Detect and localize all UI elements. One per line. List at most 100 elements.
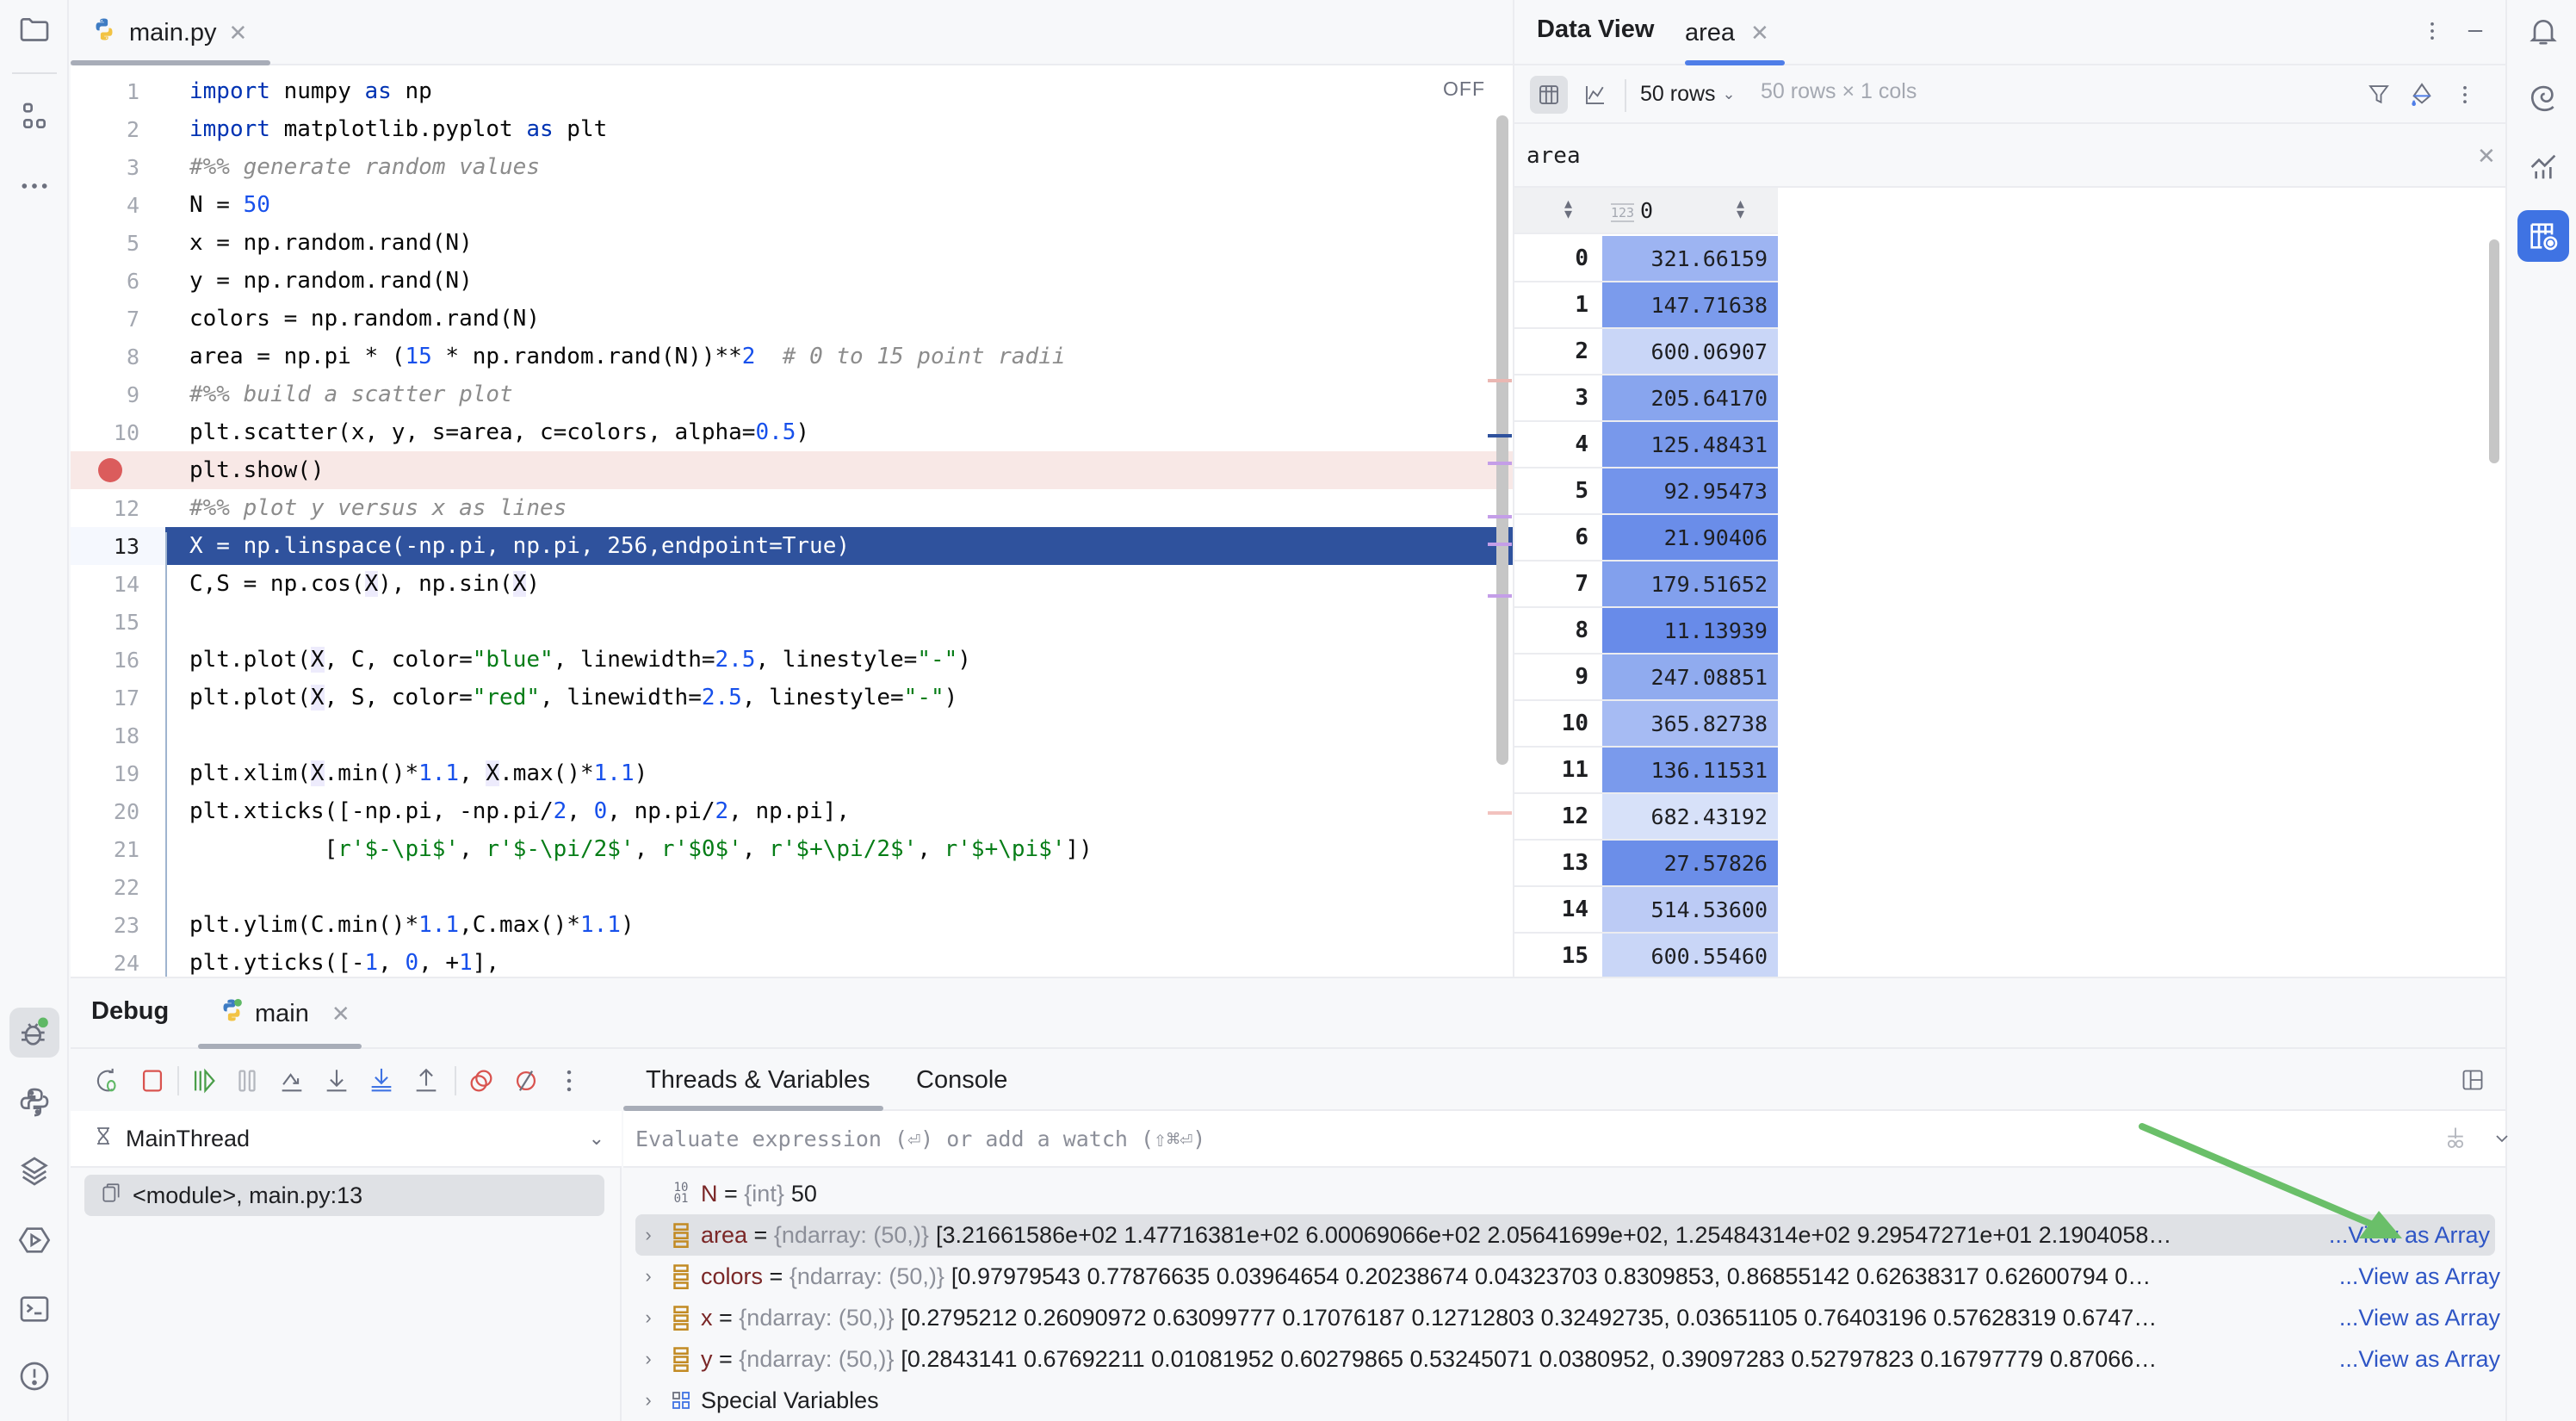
table-scrollbar[interactable] [2489,239,2499,463]
more-options-icon[interactable] [2449,79,2480,110]
table-row[interactable]: 10 365.82738 [1514,701,1778,748]
line-number[interactable]: 20 [71,799,139,824]
cell-value[interactable]: 92.95473 [1602,468,1778,513]
code-line[interactable]: 12 #%% plot y versus x as lines [71,489,1513,527]
code-line[interactable]: 10 plt.scatter(x, y, s=area, c=colors, al… [71,413,1513,451]
code-line[interactable]: 8 area = np.pi * (15 * np.random.rand(N))… [71,338,1513,375]
mute-breakpoints-icon[interactable] [510,1064,542,1097]
python-console-icon[interactable] [14,1082,55,1123]
cell-value[interactable]: 21.90406 [1602,515,1778,560]
error-stripe-marker[interactable] [1488,462,1512,465]
layout-icon[interactable] [2457,1064,2488,1095]
view-as-array-link[interactable]: ...View as Array [2337,1345,2500,1373]
error-stripe-marker[interactable] [1488,515,1512,518]
variable-row[interactable]: › Special Variables [623,1380,2505,1421]
code-line[interactable]: 15 [71,603,1513,641]
line-number[interactable]: 23 [71,913,139,938]
code-line[interactable]: 20 plt.xticks([-np.pi, -np.pi/2, 0, np.pi… [71,792,1513,830]
structure-icon[interactable] [14,96,55,138]
line-number[interactable]: 5 [71,231,139,256]
table-row[interactable]: 4 125.48431 [1514,422,1778,468]
code-line[interactable]: 17 plt.plot(X, S, color="red", linewidth=… [71,679,1513,717]
variable-row[interactable]: › x = {ndarray: (50,)} [0.2795212 0.260909… [623,1297,2505,1338]
cell-value[interactable]: 179.51652 [1602,562,1778,606]
code-line[interactable]: 6 y = np.random.rand(N) [71,262,1513,300]
line-number[interactable]: 8 [71,344,139,369]
line-number[interactable]: 2 [71,117,139,142]
line-number[interactable]: 24 [71,951,139,976]
clear-expression-icon[interactable]: ✕ [2477,143,2496,170]
code-line[interactable]: 14 C,S = np.cos(X), np.sin(X) [71,565,1513,603]
code-line[interactable]: 4 N = 50 [71,186,1513,224]
rerun-icon[interactable] [91,1064,124,1097]
more-icon[interactable] [14,165,55,207]
code-line[interactable]: 1 import numpy as np [71,72,1513,110]
code-line[interactable]: 19 plt.xlim(X.min()*1.1, X.max()*1.1) [71,754,1513,792]
line-number[interactable]: 15 [71,610,139,635]
code-line[interactable]: 22 [71,868,1513,906]
code-line[interactable]: 21 [r'$-\pi$', r'$-\pi/2$', r'$0$', r'$+… [71,830,1513,868]
cell-value[interactable]: 147.71638 [1602,282,1778,327]
resume-icon[interactable] [188,1064,220,1097]
filter-icon[interactable] [2363,79,2394,110]
data-view-icon[interactable] [2517,210,2569,262]
more-options-icon[interactable] [553,1064,585,1097]
tab-threads-variables[interactable]: Threads & Variables [646,1066,870,1095]
add-watch-icon[interactable] [2440,1123,2471,1154]
sciview-icon[interactable] [2519,143,2567,191]
cell-value[interactable]: 682.43192 [1602,794,1778,839]
step-over-icon[interactable] [276,1064,308,1097]
data-view-tab-area[interactable]: area ✕ [1685,0,1769,65]
breakpoint-icon[interactable] [98,458,122,482]
table-row[interactable]: 5 92.95473 [1514,468,1778,515]
line-number[interactable]: 6 [71,269,139,294]
debug-session-tab[interactable]: main ✕ [219,978,350,1049]
cell-value[interactable]: 247.08851 [1602,655,1778,699]
problems-icon[interactable] [14,1356,55,1397]
notifications-icon[interactable] [2519,7,2567,55]
color-fill-icon[interactable] [2406,79,2437,110]
error-stripe-marker[interactable] [1488,594,1512,598]
code-line[interactable]: 23 plt.ylim(C.min()*1.1,C.max()*1.1) [71,906,1513,944]
line-number[interactable]: 1 [71,79,139,104]
step-into-my-code-icon[interactable] [365,1064,398,1097]
pause-icon[interactable] [231,1064,263,1097]
expand-chevron-icon[interactable]: › [635,1348,661,1370]
cell-value[interactable]: 27.57826 [1602,841,1778,885]
code-line[interactable]: 7 colors = np.random.rand(N) [71,300,1513,338]
code-line[interactable]: 2 import matplotlib.pyplot as plt [71,110,1513,148]
table-row[interactable]: 6 21.90406 [1514,515,1778,562]
cell-value[interactable]: 11.13939 [1602,608,1778,653]
code-line[interactable]: 3 #%% generate random values [71,148,1513,186]
step-out-icon[interactable] [410,1064,443,1097]
table-row[interactable]: 1 147.71638 [1514,282,1778,329]
code-line[interactable]: 5 x = np.random.rand(N) [71,224,1513,262]
terminal-icon[interactable] [14,1288,55,1330]
error-stripe-marker[interactable] [1488,543,1512,546]
cell-value[interactable]: 514.53600 [1602,887,1778,932]
error-stripe-marker[interactable] [1488,811,1512,815]
table-row[interactable]: 0 321.66159 [1514,236,1778,282]
line-number[interactable]: 18 [71,723,139,748]
line-number[interactable]: 21 [71,837,139,862]
stop-icon[interactable] [136,1064,169,1097]
line-number[interactable]: 22 [71,875,139,900]
table-row[interactable]: 11 136.11531 [1514,748,1778,794]
table-row[interactable]: 15 600.55460 [1514,934,1778,977]
rows-selector[interactable]: 50 rows ⌄ [1640,67,1736,121]
thread-selector[interactable]: MainThread ⌄ [71,1111,622,1168]
line-number[interactable]: 3 [71,155,139,180]
chevron-down-icon[interactable] [2486,1123,2517,1154]
table-row[interactable]: 13 27.57826 [1514,841,1778,887]
table-row[interactable]: 14 514.53600 [1514,887,1778,934]
tab-main-py[interactable]: main.py ✕ [91,0,247,65]
line-number[interactable]: 7 [71,307,139,332]
table-view-icon[interactable] [1530,76,1568,114]
ai-assistant-icon[interactable] [2519,74,2567,122]
line-number[interactable]: 9 [71,382,139,407]
line-number[interactable]: 16 [71,648,139,673]
code-line[interactable]: 24 plt.yticks([-1, 0, +1], [71,944,1513,977]
table-row[interactable]: 7 179.51652 [1514,562,1778,608]
more-options-icon[interactable] [2418,17,2446,45]
expand-chevron-icon[interactable]: › [635,1389,661,1412]
